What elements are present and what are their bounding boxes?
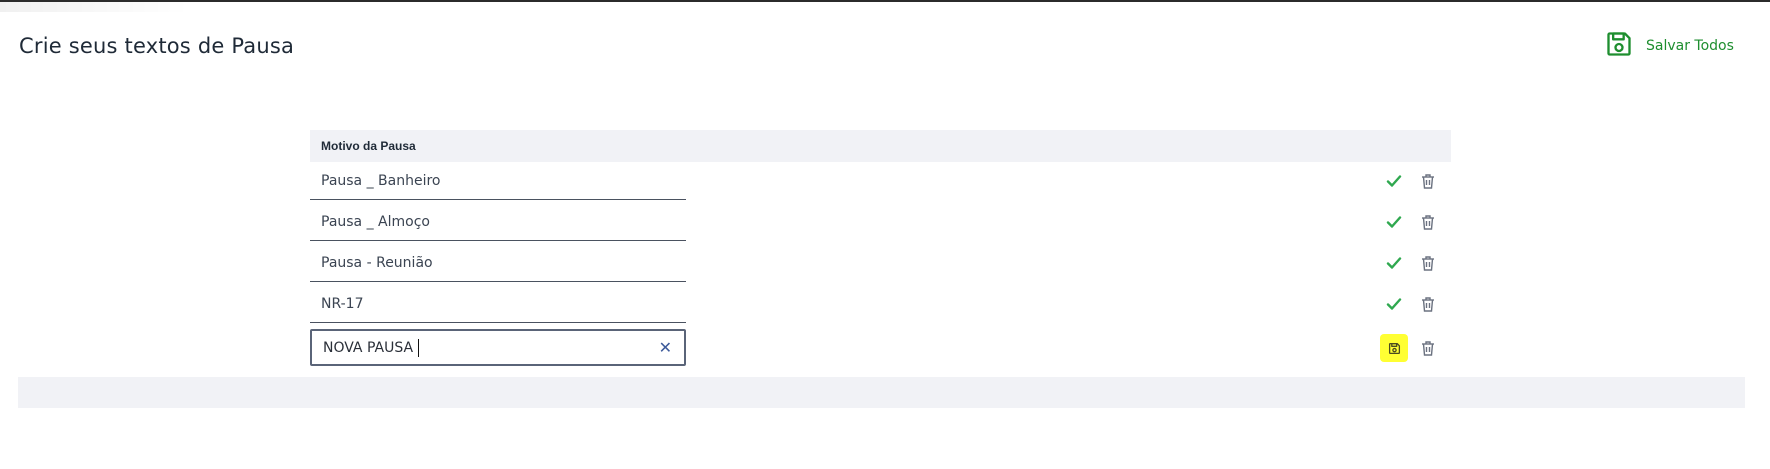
- floppy-disk-icon: [1605, 30, 1633, 58]
- check-icon[interactable]: [1383, 170, 1405, 192]
- trash-icon[interactable]: [1417, 293, 1439, 315]
- column-header: Motivo da Pausa: [310, 130, 1451, 162]
- page-title: Crie seus textos de Pausa: [19, 34, 295, 58]
- save-all-button[interactable]: Salvar Todos: [1605, 30, 1734, 58]
- table-row: NR-17: [310, 285, 1451, 326]
- table-footer: [18, 377, 1745, 408]
- floppy-disk-icon: [1388, 342, 1400, 354]
- trash-icon[interactable]: [1417, 170, 1439, 192]
- top-border: [0, 0, 1770, 2]
- save-all-label: Salvar Todos: [1646, 38, 1734, 54]
- top-shadow: [0, 2, 190, 12]
- new-pause-input[interactable]: NOVA PAUSA ✕: [310, 329, 686, 366]
- check-icon[interactable]: [1383, 252, 1405, 274]
- pause-text-input[interactable]: Pausa _ Banheiro: [310, 162, 686, 200]
- table-row: Pausa - Reunião: [310, 244, 1451, 285]
- table-row: Pausa _ Almoço: [310, 203, 1451, 244]
- pause-text-input[interactable]: Pausa _ Almoço: [310, 203, 686, 241]
- pause-text-input[interactable]: Pausa - Reunião: [310, 244, 686, 282]
- clear-icon[interactable]: ✕: [659, 339, 672, 357]
- check-icon[interactable]: [1383, 211, 1405, 233]
- pause-reasons-table: Motivo da Pausa Pausa _ Banheiro Pausa _…: [310, 130, 1451, 367]
- trash-icon[interactable]: [1417, 252, 1439, 274]
- pause-text-input[interactable]: NR-17: [310, 285, 686, 323]
- save-row-button[interactable]: [1380, 334, 1408, 362]
- table-row-new: NOVA PAUSA ✕: [310, 326, 1451, 367]
- trash-icon[interactable]: [1417, 337, 1439, 359]
- new-pause-value: NOVA PAUSA: [323, 339, 414, 356]
- table-row: Pausa _ Banheiro: [310, 162, 1451, 203]
- check-icon[interactable]: [1383, 293, 1405, 315]
- trash-icon[interactable]: [1417, 211, 1439, 233]
- text-caret: [418, 338, 420, 357]
